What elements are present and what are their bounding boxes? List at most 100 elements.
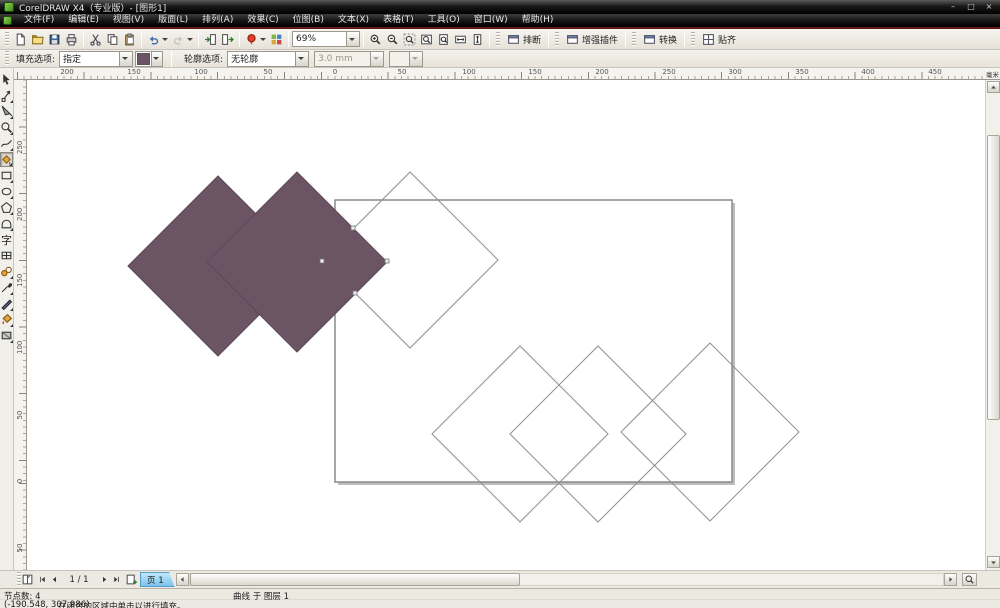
- fill-color-dropdown[interactable]: [151, 51, 163, 66]
- dropdown-arrow-icon[interactable]: [162, 37, 168, 41]
- zoom-out-button[interactable]: [384, 31, 401, 48]
- fill-mode-combobox[interactable]: 指定: [59, 50, 134, 67]
- shape-tool[interactable]: [0, 88, 13, 103]
- dropdown-arrow-icon[interactable]: [187, 37, 193, 41]
- menu-item-table[interactable]: 表格(T): [376, 14, 421, 27]
- menubar: 文件(F) 编辑(E) 视图(V) 版面(L) 排列(A) 效果(C) 位图(B) 文本(X)…: [0, 14, 1000, 27]
- welcome-screen-button[interactable]: [243, 31, 260, 48]
- menu-item-effects[interactable]: 效果(C): [240, 14, 285, 27]
- redo-button[interactable]: [170, 31, 187, 48]
- plugin-button-增强插件[interactable]: 增强插件: [562, 33, 622, 46]
- menu-item-file[interactable]: 文件(F): [17, 14, 61, 27]
- menu-item-edit[interactable]: 编辑(E): [61, 14, 106, 27]
- outline-tool[interactable]: [0, 296, 13, 311]
- toolbar-grip[interactable]: [691, 31, 696, 47]
- dropdown-arrow-icon[interactable]: [260, 37, 266, 41]
- cut-button[interactable]: [87, 31, 104, 48]
- save-button[interactable]: [46, 31, 63, 48]
- plugin-button-贴齐[interactable]: 贴齐: [698, 33, 740, 46]
- menu-item-view[interactable]: 视图(V): [106, 14, 151, 27]
- menu-item-tools[interactable]: 工具(O): [421, 14, 467, 27]
- horizontal-scroll-thumb[interactable]: [190, 573, 520, 586]
- undo-button[interactable]: [145, 31, 162, 48]
- menu-item-help[interactable]: 帮助(H): [515, 14, 561, 27]
- new-document-button[interactable]: [12, 31, 29, 48]
- toolbar-grip[interactable]: [5, 31, 9, 47]
- close-button[interactable]: ×: [982, 1, 996, 13]
- horizontal-ruler[interactable]: 200 150 100 50 0 50 100 150 200 250 300 350 400 450: [14, 68, 985, 80]
- plugin-button-转换[interactable]: 转换: [639, 33, 681, 46]
- print-button[interactable]: [63, 31, 80, 48]
- vertical-scroll-thumb[interactable]: [987, 135, 1000, 420]
- toolbar-grip[interactable]: [496, 31, 500, 47]
- polygon-tool[interactable]: [0, 200, 13, 215]
- scroll-right-button[interactable]: [944, 573, 957, 586]
- toolbar-grip[interactable]: [555, 31, 560, 47]
- h-ruler-label: 150: [127, 68, 141, 76]
- blend-tool[interactable]: [0, 264, 13, 279]
- zoom-height-button[interactable]: [469, 31, 486, 48]
- vertical-ruler[interactable]: 250 200 150 100 50 0 50: [14, 80, 27, 570]
- vertical-scrollbar[interactable]: [985, 80, 1000, 570]
- outline-mode-dropdown[interactable]: [295, 51, 309, 66]
- first-page-button[interactable]: [36, 572, 48, 587]
- scroll-up-button[interactable]: [987, 81, 1000, 93]
- h-ruler-label: 200: [595, 68, 609, 76]
- previous-page-button[interactable]: [48, 572, 60, 587]
- fill-mode-dropdown[interactable]: [119, 51, 133, 66]
- copy-button[interactable]: [104, 31, 121, 48]
- plugin-button-排断[interactable]: 排断: [503, 33, 545, 46]
- fill-tool[interactable]: [0, 312, 13, 327]
- last-page-button[interactable]: [110, 572, 122, 587]
- menu-item-bitmaps[interactable]: 位图(B): [286, 14, 331, 27]
- next-page-button[interactable]: [98, 572, 110, 587]
- app-launcher-button[interactable]: [268, 31, 285, 48]
- outline-mode-combobox[interactable]: 无轮廓: [227, 50, 310, 67]
- eyedropper-tool[interactable]: [0, 280, 13, 295]
- object-info-status: 曲线 于 图层 1: [233, 592, 290, 602]
- zoom-level-dropdown[interactable]: [346, 32, 359, 46]
- zoom-level-combobox[interactable]: 69%: [292, 31, 360, 47]
- import-button[interactable]: [202, 31, 219, 48]
- canvas[interactable]: [27, 80, 985, 570]
- v-ruler-label: 100: [16, 340, 24, 354]
- export-button[interactable]: [219, 31, 236, 48]
- add-page-button[interactable]: [124, 572, 138, 587]
- menu-item-text[interactable]: 文本(X): [331, 14, 376, 27]
- outline-style-combobox: [389, 50, 424, 67]
- fill-color-button[interactable]: [135, 50, 164, 67]
- toolbar-grip[interactable]: [632, 31, 637, 47]
- menu-item-window[interactable]: 窗口(W): [467, 14, 515, 27]
- crop-tool[interactable]: [0, 104, 13, 119]
- toolbar-grip[interactable]: [5, 51, 9, 66]
- menu-item-arrange[interactable]: 排列(A): [195, 14, 240, 27]
- fill-mode-value: 指定: [63, 55, 82, 65]
- maximize-button[interactable]: □: [964, 1, 978, 13]
- zoom-all-button[interactable]: [418, 31, 435, 48]
- zoom-selected-button[interactable]: [401, 31, 418, 48]
- pick-tool[interactable]: [0, 72, 13, 87]
- paste-button[interactable]: [121, 31, 138, 48]
- scroll-left-button[interactable]: [176, 573, 189, 586]
- page-outline[interactable]: [334, 199, 733, 483]
- flip-page-button[interactable]: [20, 572, 34, 587]
- basic-shapes-tool[interactable]: [0, 216, 13, 231]
- navigator-button[interactable]: [962, 573, 977, 586]
- snap-icon: [702, 33, 715, 46]
- scroll-down-button[interactable]: [987, 556, 1000, 568]
- rectangle-tool[interactable]: [0, 168, 13, 183]
- zoom-in-button[interactable]: [367, 31, 384, 48]
- page-tab[interactable]: 页 1: [140, 572, 175, 587]
- text-tool[interactable]: 字: [0, 232, 13, 247]
- zoom-page-button[interactable]: [435, 31, 452, 48]
- zoom-width-button[interactable]: [452, 31, 469, 48]
- freehand-tool[interactable]: [0, 136, 13, 151]
- table-tool[interactable]: [0, 248, 13, 263]
- ellipse-tool[interactable]: [0, 184, 13, 199]
- menu-item-layout[interactable]: 版面(L): [151, 14, 195, 27]
- interactive-fill-tool[interactable]: [0, 328, 13, 343]
- smart-fill-tool[interactable]: [0, 152, 13, 167]
- minimize-button[interactable]: –: [946, 1, 960, 13]
- zoom-tool[interactable]: [0, 120, 13, 135]
- open-button[interactable]: [29, 31, 46, 48]
